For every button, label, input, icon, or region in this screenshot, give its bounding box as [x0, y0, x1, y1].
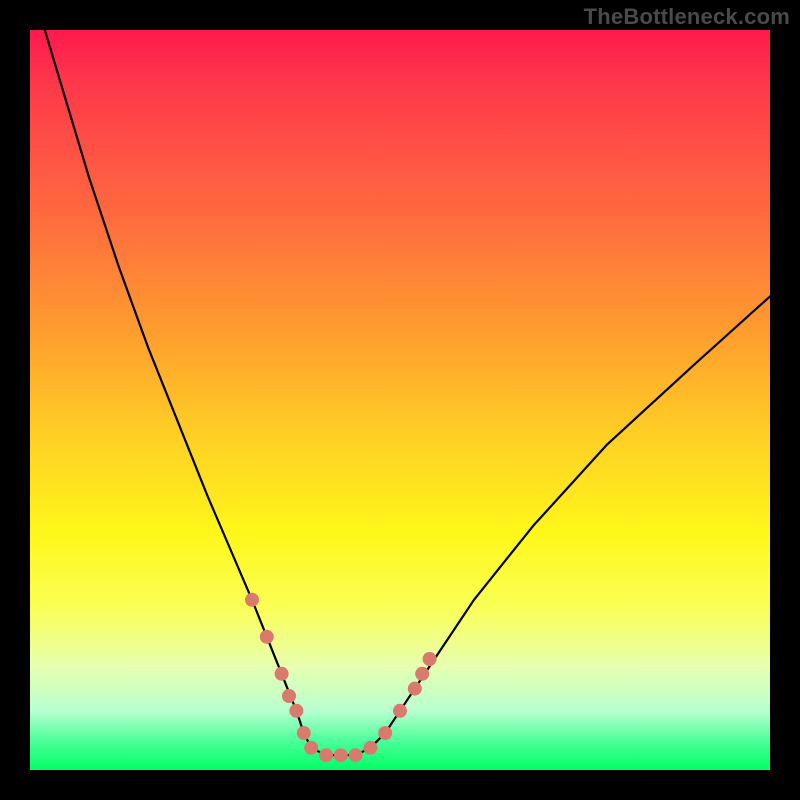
curve-marker: [349, 748, 363, 762]
curve-marker: [260, 630, 274, 644]
curve-marker: [408, 682, 422, 696]
curve-marker: [319, 748, 333, 762]
curve-marker: [275, 667, 289, 681]
marker-group: [245, 593, 437, 762]
curve-marker: [297, 726, 311, 740]
curve-marker: [282, 689, 296, 703]
curve-marker: [289, 704, 303, 718]
chart-plot-area: [30, 30, 770, 770]
curve-marker: [245, 593, 259, 607]
curve-marker: [378, 726, 392, 740]
curve-marker: [393, 704, 407, 718]
watermark-text: TheBottleneck.com: [584, 4, 790, 30]
curve-marker: [423, 652, 437, 666]
bottleneck-curve: [45, 30, 770, 755]
chart-svg: [30, 30, 770, 770]
curve-marker: [415, 667, 429, 681]
curve-marker: [304, 741, 318, 755]
curve-marker: [363, 741, 377, 755]
curve-marker: [334, 748, 348, 762]
